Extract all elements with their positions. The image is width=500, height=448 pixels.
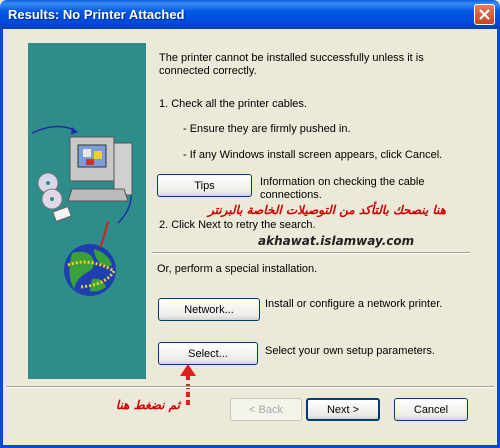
step-2-text: 2. Click Next to retry the search. <box>159 219 316 231</box>
step-1-text: 1. Check all the printer cables. <box>159 98 307 110</box>
window-title: Results: No Printer Attached <box>8 7 185 22</box>
tips-button[interactable]: Tips <box>157 174 252 197</box>
special-install-text: Or, perform a special installation. <box>157 263 318 275</box>
close-icon <box>479 9 490 20</box>
next-button[interactable]: Next > <box>306 398 380 421</box>
close-button[interactable] <box>474 4 495 25</box>
intro-text: The printer cannot be installed successf… <box>159 52 424 77</box>
printer-computer-illustration <box>31 125 133 296</box>
arabic-annotation-top: هنا ينصحك بالتأكد من التوصيلات الخاصة با… <box>208 203 446 217</box>
back-button[interactable]: < Back <box>230 398 302 421</box>
website-watermark: akhawat.islamway.com <box>258 234 415 248</box>
separator-bottom <box>6 386 494 388</box>
bullet-1-text: - Ensure they are firmly pushed in. <box>183 123 351 135</box>
network-description: Install or configure a network printer. <box>265 298 443 310</box>
wizard-illustration-panel <box>28 43 146 379</box>
bullet-2-text: - If any Windows install screen appears,… <box>183 149 443 161</box>
network-button[interactable]: Network... <box>158 298 260 321</box>
tips-description: Information on checking the cable connec… <box>260 176 425 201</box>
select-description: Select your own setup parameters. <box>265 345 435 357</box>
separator-top <box>152 252 470 254</box>
title-bar: Results: No Printer Attached <box>0 0 500 29</box>
arabic-annotation-bottom: ثم نضغط هنا <box>115 398 180 412</box>
select-button[interactable]: Select... <box>158 342 258 365</box>
cancel-button[interactable]: Cancel <box>394 398 468 421</box>
